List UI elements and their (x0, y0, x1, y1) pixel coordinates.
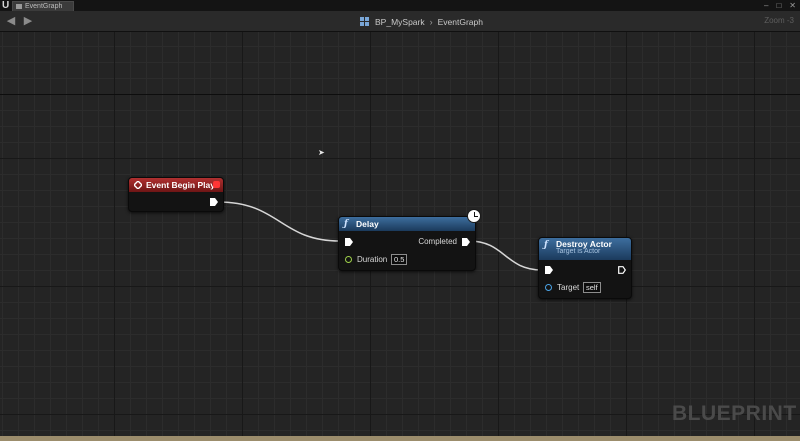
title-bar: U EventGraph – □ ✕ (0, 0, 800, 11)
minimize-icon[interactable]: – (764, 0, 768, 11)
exec-input-pin[interactable] (545, 266, 553, 274)
event-diamond-icon (134, 181, 142, 189)
node-event-begin-play[interactable]: Event Begin Play (128, 177, 224, 212)
blueprint-graph-canvas[interactable]: ➤ Event Begin Play ƒ Delay Completed Dur… (0, 32, 800, 436)
back-arrow-icon[interactable]: ◀ (5, 15, 17, 27)
delegate-pin-icon[interactable] (213, 181, 220, 188)
wire-delay-to-destroy (468, 240, 543, 271)
graph-tab-icon (16, 4, 22, 9)
tab-label: EventGraph (25, 3, 63, 10)
duration-value-field[interactable]: 0.5 (391, 254, 408, 265)
target-input-pin[interactable] (545, 284, 552, 291)
completed-label: Completed (418, 237, 457, 246)
taskbar-strip (0, 436, 800, 441)
node-title: Delay (356, 219, 379, 229)
unreal-logo-icon: U (2, 0, 10, 11)
close-icon[interactable]: ✕ (789, 0, 796, 11)
node-header: ƒ Delay (339, 217, 475, 231)
forward-arrow-icon[interactable]: ▶ (22, 15, 34, 27)
exec-output-pin[interactable] (462, 238, 470, 246)
breadcrumb-graph[interactable]: EventGraph (438, 17, 483, 27)
target-value-field[interactable]: self (583, 282, 601, 293)
node-delay[interactable]: ƒ Delay Completed Duration 0.5 (338, 209, 481, 271)
window-controls: – □ ✕ (764, 0, 796, 11)
maximize-icon[interactable]: □ (776, 0, 781, 11)
breadcrumb: BP_MySpark › EventGraph (360, 15, 483, 28)
node-header: ƒ Destroy Actor Target is Actor (539, 238, 631, 260)
function-icon: ƒ (544, 240, 548, 250)
node-title: Event Begin Play (146, 180, 215, 190)
node-destroy-actor[interactable]: ƒ Destroy Actor Target is Actor Target s… (538, 237, 632, 299)
exec-input-pin[interactable] (345, 238, 353, 246)
tab-eventgraph[interactable]: EventGraph (12, 1, 74, 11)
zoom-level: Zoom -3 (764, 16, 794, 25)
blueprint-graph-icon (360, 17, 370, 26)
function-icon: ƒ (344, 219, 348, 229)
node-subtitle: Target is Actor (556, 248, 601, 255)
breadcrumb-blueprint[interactable]: BP_MySpark (375, 17, 425, 27)
mouse-cursor-icon: ➤ (318, 148, 325, 157)
latent-clock-icon (467, 209, 481, 223)
wire-beginplay-to-delay (217, 201, 341, 242)
duration-input-pin[interactable] (345, 256, 352, 263)
target-label: Target (557, 283, 580, 292)
duration-label: Duration (357, 255, 388, 264)
graph-toolbar: ◀ ▶ BP_MySpark › EventGraph Zoom -3 (0, 11, 800, 32)
exec-output-pin[interactable] (618, 266, 626, 274)
breadcrumb-separator: › (429, 16, 433, 27)
exec-output-pin[interactable] (210, 198, 218, 206)
node-header: Event Begin Play (129, 178, 223, 192)
blueprint-watermark: BLUEPRINT (672, 402, 797, 425)
